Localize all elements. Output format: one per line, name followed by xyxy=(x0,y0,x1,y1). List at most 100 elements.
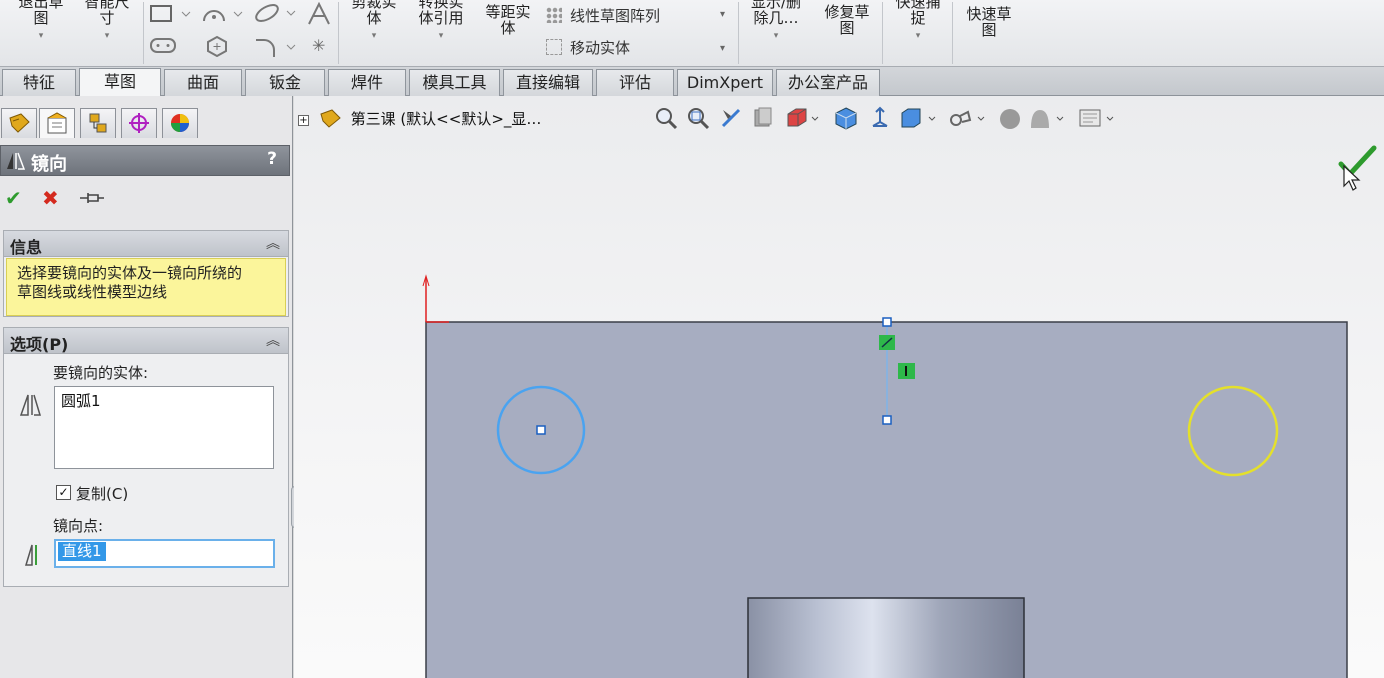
info-group-header[interactable]: 信息 ︽ xyxy=(4,231,288,257)
view-settings-icon[interactable] xyxy=(1077,106,1117,132)
tab-direct-editing[interactable]: 直接编辑 xyxy=(503,69,593,96)
mirror-property-header: 镜向 ? xyxy=(0,145,290,176)
line-endpoint-bottom[interactable] xyxy=(882,415,892,425)
feature-manager-tab[interactable] xyxy=(1,108,37,138)
rapid-sketch-button[interactable]: 快速草图 xyxy=(958,6,1020,38)
move-entities-button[interactable]: 移动实体 xyxy=(546,37,630,58)
arc-tool-icon[interactable] xyxy=(202,4,246,24)
line-endpoint-top[interactable] xyxy=(882,317,892,327)
quick-snaps-label: 快速捕捉 xyxy=(895,0,941,27)
list-item[interactable]: 圆弧1 xyxy=(61,390,267,411)
smart-dimension-button[interactable]: 智能尺寸 ▾ xyxy=(76,0,138,44)
info-group: 信息 ︽ 选择要镜向的实体及一镜向所绕的 草图线或线性模型边线 xyxy=(3,230,289,317)
chevron-down-icon[interactable]: ▾ xyxy=(720,6,725,24)
display-style-icon[interactable] xyxy=(834,106,860,132)
point-tool-icon[interactable]: ✳ xyxy=(312,37,325,55)
mirror-line-icon xyxy=(24,544,37,566)
cancel-button[interactable]: ✖ xyxy=(42,188,59,208)
zoom-to-area-icon[interactable] xyxy=(686,106,712,132)
tab-features[interactable]: 特征 xyxy=(2,69,76,96)
info-message-line: 草图线或线性模型边线 xyxy=(17,283,168,301)
command-manager-tabs: 特征 草图 曲面 钣金 焊件 模具工具 直接编辑 评估 DimXpert 办公室… xyxy=(0,67,1384,97)
tab-dimxpert[interactable]: DimXpert xyxy=(677,69,773,96)
ribbon-separator xyxy=(338,2,339,64)
ok-button[interactable]: ✔ xyxy=(5,188,22,208)
page-title: 镜向 xyxy=(31,154,67,175)
pushpin-button[interactable] xyxy=(78,190,106,206)
exit-sketch-button[interactable]: 退出草图 ▾ xyxy=(10,0,72,44)
collapse-icon[interactable]: ︽ xyxy=(266,330,280,350)
tab-surfaces[interactable]: 曲面 xyxy=(164,69,242,96)
apply-scene-icon[interactable] xyxy=(948,106,988,132)
section-view-icon[interactable] xyxy=(751,106,777,132)
dimxpert-manager-tab[interactable] xyxy=(121,108,157,138)
ribbon-separator xyxy=(952,2,953,64)
spline-tool-icon[interactable] xyxy=(254,2,298,24)
chevron-down-icon: ▾ xyxy=(915,31,921,41)
edit-appearance-icon[interactable] xyxy=(899,106,939,132)
property-manager-icon xyxy=(47,112,67,134)
property-manager-pane: 镜向 ? ✔ ✖ 信息 ︽ 选择要镜向的实体及一镜向所绕的 草图线或线性模型边线… xyxy=(0,96,293,678)
options-group-header[interactable]: 选项(P) ︽ xyxy=(4,328,288,354)
rapid-sketch-label: 快速草图 xyxy=(966,5,1012,39)
grid-pattern-icon xyxy=(546,7,562,23)
zoom-to-fit-icon[interactable] xyxy=(654,106,680,132)
entities-to-mirror-list[interactable]: 圆弧1 xyxy=(54,386,274,469)
cylinder-boss xyxy=(747,597,1025,678)
trim-entities-label: 剪裁实体 xyxy=(351,0,397,27)
collapse-icon[interactable]: ︽ xyxy=(266,233,280,253)
realview-icon[interactable] xyxy=(997,106,1023,132)
feature-tree-flyout[interactable]: + 第三课 (默认<<默认>_显… xyxy=(298,108,541,129)
hide-show-items-icon[interactable] xyxy=(868,106,894,132)
exit-sketch-label: 退出草图 xyxy=(18,0,64,27)
previous-view-icon[interactable] xyxy=(719,106,745,132)
quick-snaps-button[interactable]: 快速捕捉 ▾ xyxy=(888,0,948,44)
tab-mold-tools[interactable]: 模具工具 xyxy=(409,69,500,96)
expand-icon[interactable]: + xyxy=(298,115,309,126)
graphics-area[interactable]: + 第三课 (默认<<默认>_显… xyxy=(294,96,1384,678)
move-entities-icon xyxy=(546,39,562,55)
smart-dimension-label: 智能尺寸 xyxy=(84,0,130,27)
fillet-tool-icon[interactable] xyxy=(254,36,298,58)
confirmation-corner-ok-icon[interactable] xyxy=(1338,144,1380,192)
tab-office-products[interactable]: 办公室产品 xyxy=(776,69,880,96)
mirror-about-field[interactable]: 直线1 xyxy=(54,539,275,568)
offset-entities-button[interactable]: 等距实体 xyxy=(478,4,538,36)
chevron-down-icon: ▾ xyxy=(438,31,444,41)
copy-label: 复制(C) xyxy=(76,485,129,503)
tab-weldments[interactable]: 焊件 xyxy=(328,69,406,96)
repair-sketch-button[interactable]: 修复草图 xyxy=(816,4,878,36)
display-delete-relations-button[interactable]: 显示/删除几… ▾ xyxy=(744,0,808,44)
convert-entities-button[interactable]: 转换实体引用 ▾ xyxy=(410,0,472,44)
copy-checkbox[interactable]: ✓ xyxy=(56,485,71,500)
display-manager-icon xyxy=(171,114,189,132)
display-manager-tab[interactable] xyxy=(162,108,198,138)
linear-sketch-pattern-button[interactable]: 线性草图阵列 xyxy=(546,5,660,26)
chevron-down-icon[interactable]: ▾ xyxy=(720,40,725,58)
property-manager-tab[interactable] xyxy=(39,108,75,138)
help-icon[interactable]: ? xyxy=(267,149,277,169)
command-manager-ribbon: 退出草图 ▾ 智能尺寸 ▾ ✳ 剪裁实体 ▾ 转换实体引用 ▾ 等距实体 线性草… xyxy=(0,0,1384,67)
repair-sketch-label: 修复草图 xyxy=(824,3,870,37)
chevron-down-icon: ▾ xyxy=(38,31,44,41)
sketch-canvas[interactable] xyxy=(294,96,1384,678)
convert-entities-label: 转换实体引用 xyxy=(418,0,464,27)
configuration-manager-tab[interactable] xyxy=(80,108,116,138)
part-icon xyxy=(320,109,341,128)
text-tool-icon[interactable] xyxy=(306,2,332,26)
shadows-icon[interactable] xyxy=(1027,106,1067,132)
rectangle-tool-icon[interactable] xyxy=(150,4,194,24)
options-title: 选项(P) xyxy=(10,335,69,354)
tab-sketch[interactable]: 草图 xyxy=(79,68,161,97)
tab-sheet-metal[interactable]: 钣金 xyxy=(245,69,325,96)
ribbon-separator xyxy=(882,2,883,64)
circle-center-point[interactable] xyxy=(536,425,546,435)
trim-entities-button[interactable]: 剪裁实体 ▾ xyxy=(344,0,404,44)
mirror-about-value: 直线1 xyxy=(58,542,106,561)
tab-evaluate[interactable]: 评估 xyxy=(596,69,674,96)
mirror-icon xyxy=(7,152,26,170)
polygon-tool-icon[interactable] xyxy=(204,35,230,57)
view-orientation-icon[interactable] xyxy=(785,106,821,132)
slot-tool-icon[interactable] xyxy=(150,36,194,56)
move-entities-label: 移动实体 xyxy=(570,39,631,57)
